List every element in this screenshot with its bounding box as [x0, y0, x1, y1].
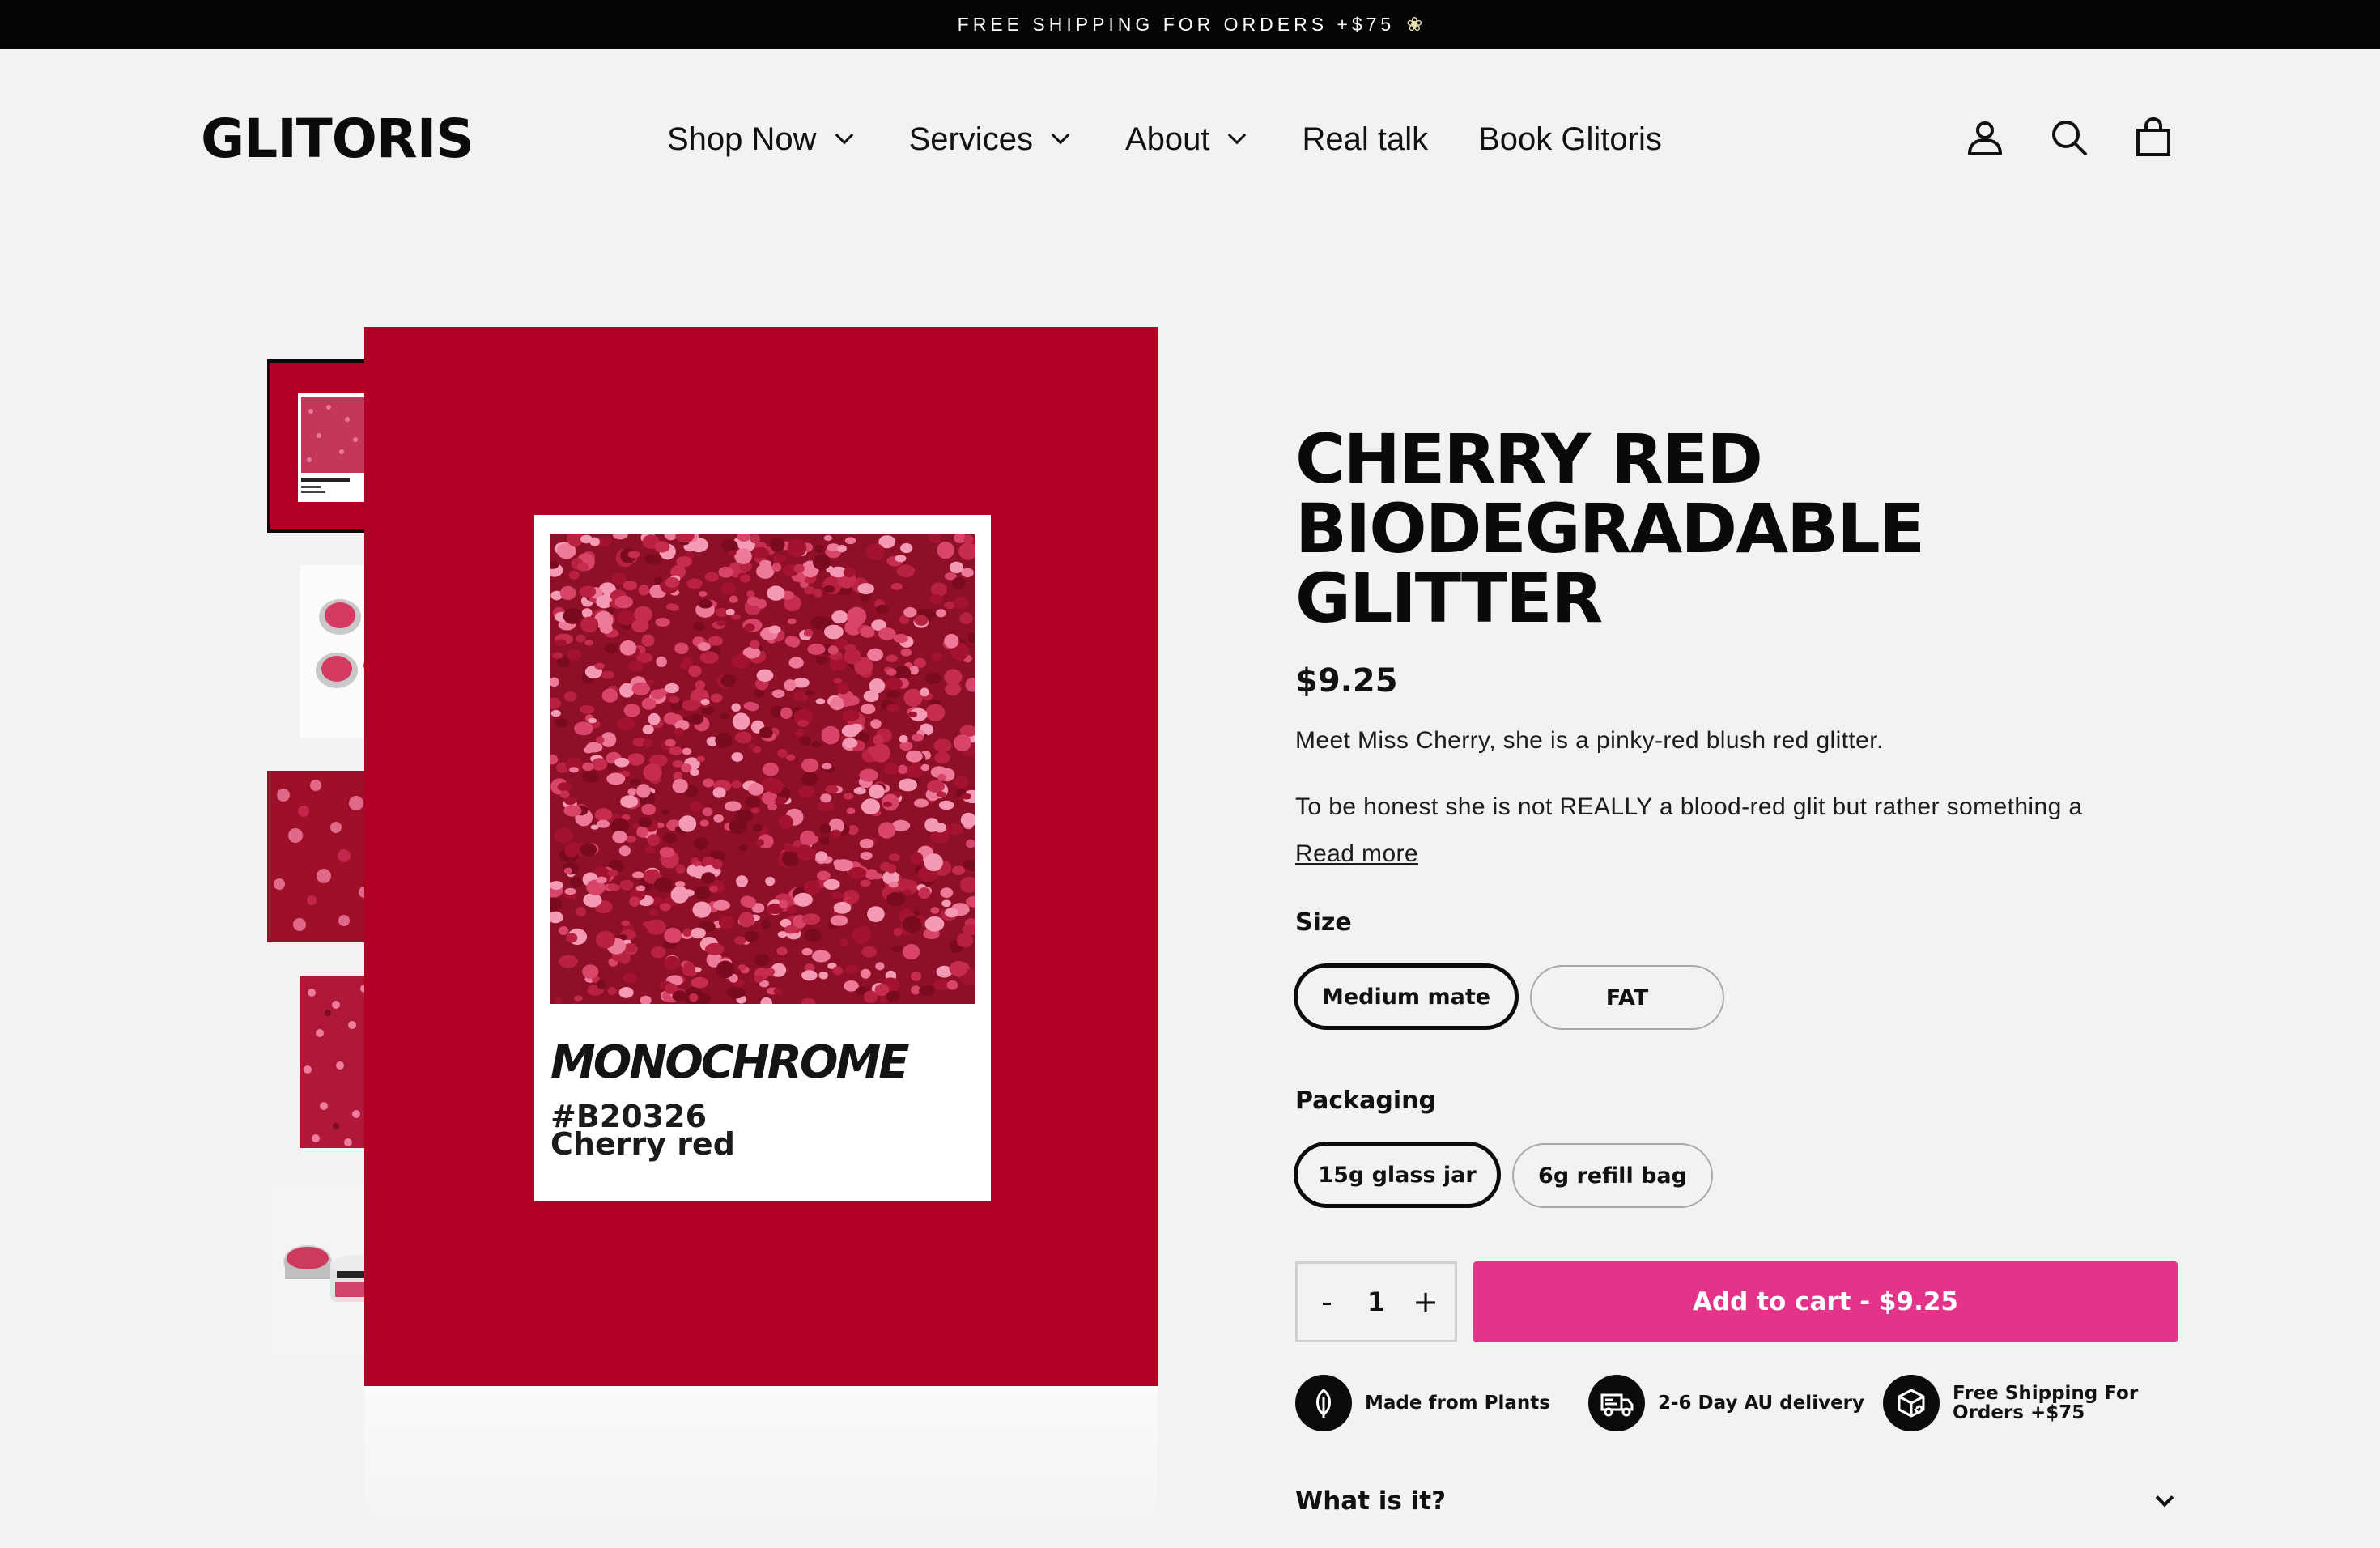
main-nav: Shop Now Services About Real talk Book G… [667, 113, 1662, 165]
product-price: $9.25 [1295, 662, 1398, 700]
chevron-down-icon [1051, 125, 1070, 145]
leaf-icon [1295, 1375, 1352, 1431]
nav-label: Book Glitoris [1478, 121, 1662, 157]
badge-text: 2-6 Day AU delivery [1658, 1393, 1864, 1414]
badge-text: Free Shipping For Orders +$75 [1953, 1384, 2138, 1423]
search-icon[interactable] [2046, 115, 2092, 160]
announcement-bar: FREE SHIPPING FOR ORDERS +$75 ❀ [0, 0, 2380, 49]
nav-book-glitoris[interactable]: Book Glitoris [1478, 121, 1662, 158]
product-title: CHERRY RED BIODEGRADABLE GLITTER [1295, 419, 1925, 638]
nav-label: Services [908, 121, 1033, 157]
nav-about[interactable]: About [1124, 121, 1247, 158]
glitter-swatch-image [550, 534, 975, 1004]
read-more-link[interactable]: Read more [1295, 840, 1418, 868]
nav-shop-now[interactable]: Shop Now [667, 121, 853, 158]
size-option-medium-mate[interactable]: Medium mate [1294, 963, 1519, 1030]
account-icon[interactable] [1962, 115, 2008, 160]
badge-text-line-1: Free Shipping For [1953, 1383, 2139, 1404]
badge-text: Made from Plants [1365, 1393, 1550, 1414]
size-option-fat[interactable]: FAT [1530, 965, 1724, 1030]
chevron-down-icon [835, 125, 853, 145]
accordion-title: What is it? [1295, 1486, 1447, 1516]
swatch-brand: MONOCHROME [550, 1036, 909, 1089]
option-label: 6g refill bag [1538, 1163, 1687, 1189]
size-label: Size [1295, 908, 1352, 937]
flower-icon: ❀ [1406, 13, 1423, 36]
header-actions [1962, 115, 2176, 160]
nav-label: Real talk [1302, 121, 1429, 157]
glitter-texture [550, 534, 975, 1004]
main-product-image[interactable]: MONOCHROME #B20326 Cherry red [364, 327, 1158, 1386]
announcement-text: FREE SHIPPING FOR ORDERS +$75 [957, 13, 1396, 35]
truck-icon [1588, 1375, 1645, 1431]
badge-free-shipping: Free Shipping For Orders +$75 [1883, 1375, 2138, 1431]
box-heart-icon [1883, 1375, 1940, 1431]
badge-text-line-2: Orders +$75 [1953, 1402, 2085, 1423]
product-description: Meet Miss Cherry, she is a pinky-red blu… [1295, 727, 1884, 754]
add-to-cart-button[interactable]: Add to cart - $9.25 [1473, 1261, 2178, 1342]
chevron-down-icon [2155, 1488, 2174, 1508]
packaging-option-refill-bag[interactable]: 6g refill bag [1512, 1143, 1713, 1208]
nav-label: Shop Now [667, 121, 817, 157]
cart-icon[interactable] [2131, 115, 2176, 160]
chevron-down-icon [1228, 125, 1247, 145]
add-to-cart-label: Add to cart - $9.25 [1693, 1287, 1958, 1316]
nav-label: About [1124, 121, 1210, 157]
badge-delivery: 2-6 Day AU delivery [1588, 1375, 1864, 1431]
accordion-what-is-it[interactable]: What is it? [1295, 1486, 2178, 1516]
packaging-option-glass-jar[interactable]: 15g glass jar [1294, 1142, 1501, 1208]
product-description-preview: To be honest she is not REALLY a blood-r… [1295, 793, 2083, 820]
nav-services[interactable]: Services [908, 121, 1070, 158]
quantity-stepper: - 1 + [1295, 1261, 1457, 1342]
logo-text: GLITORIS [201, 107, 474, 170]
option-label: 15g glass jar [1318, 1162, 1477, 1188]
badge-made-from-plants: Made from Plants [1295, 1375, 1550, 1431]
nav-real-talk[interactable]: Real talk [1302, 121, 1428, 158]
packaging-label: Packaging [1295, 1087, 1436, 1115]
option-label: FAT [1605, 985, 1649, 1010]
quantity-value[interactable]: 1 [1367, 1286, 1385, 1317]
swatch-card: MONOCHROME #B20326 Cherry red [534, 515, 991, 1201]
quantity-decrease-button[interactable]: - [1312, 1284, 1341, 1320]
second-product-image [364, 1386, 1158, 1548]
quantity-increase-button[interactable]: + [1411, 1284, 1440, 1320]
option-label: Medium mate [1321, 984, 1491, 1010]
swatch-color-name: Cherry red [550, 1126, 735, 1162]
site-logo[interactable]: GLITORIS [201, 107, 474, 170]
